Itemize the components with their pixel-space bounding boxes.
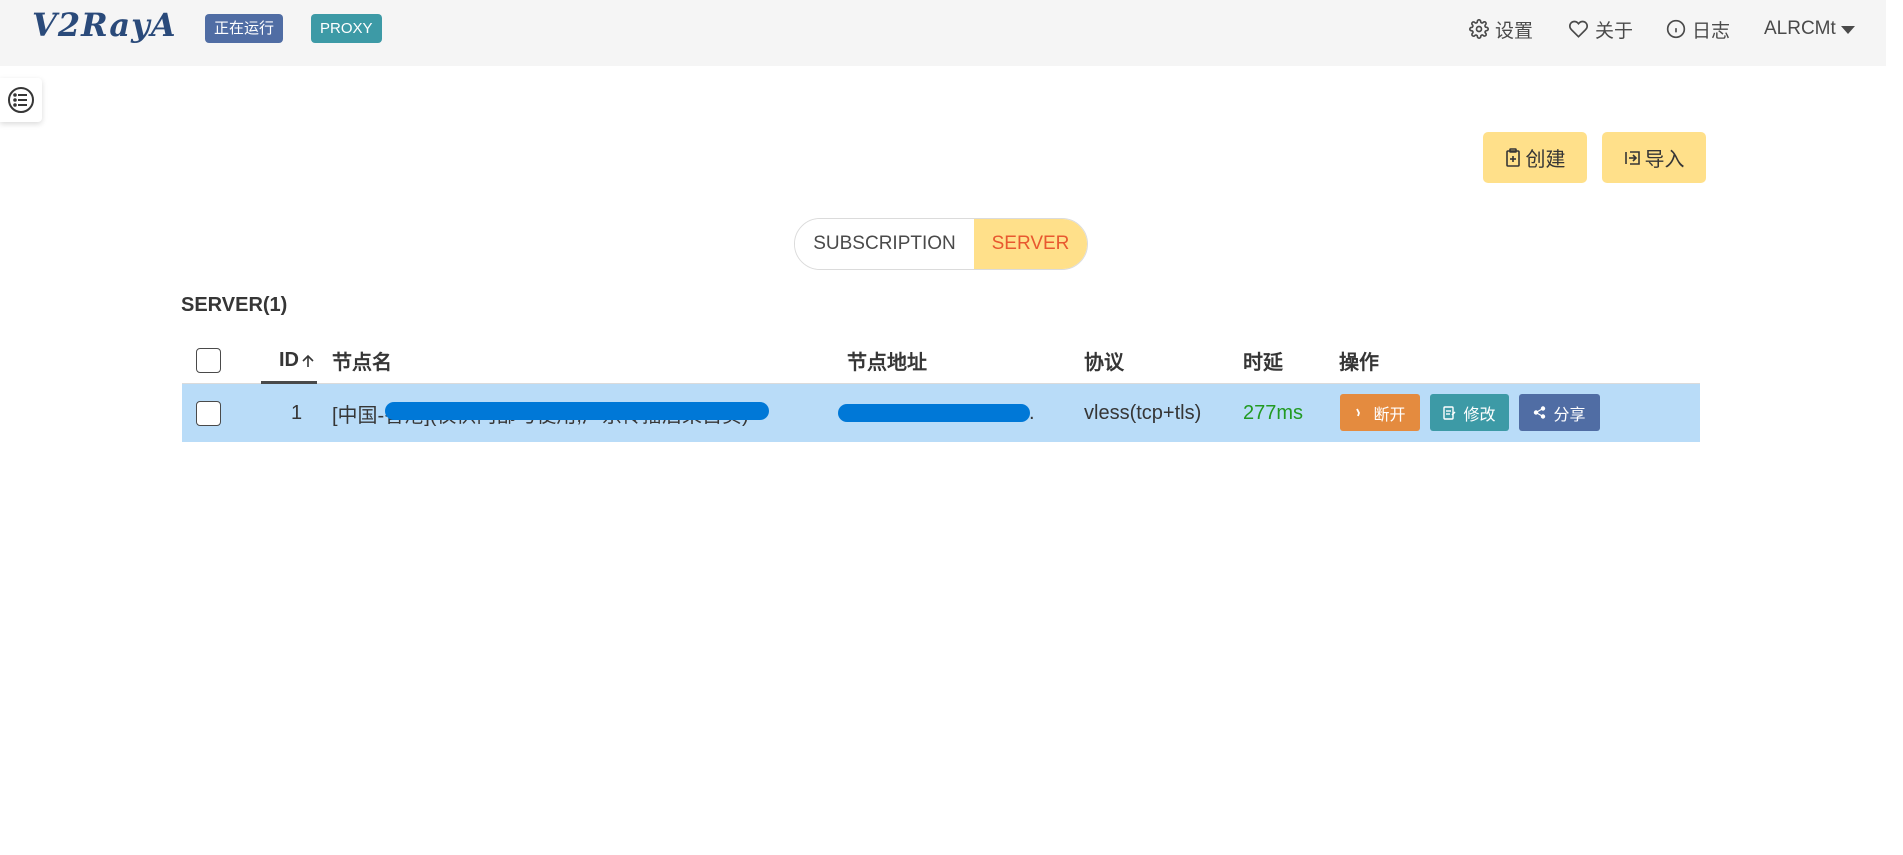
redaction-mark <box>838 404 1030 422</box>
row-protocol: vless(tcp+tls) <box>1084 401 1202 424</box>
share-button[interactable]: 分享 <box>1519 394 1600 431</box>
create-button[interactable]: 创建 <box>1483 132 1587 183</box>
header-protocol[interactable]: 协议 <box>1084 336 1124 384</box>
disconnect-button[interactable]: 断开 <box>1340 394 1420 431</box>
about-link[interactable]: 关于 <box>1568 14 1633 44</box>
tab-server[interactable]: SERVER <box>974 219 1087 269</box>
top-navbar: V2RayA 正在运行 PROXY 设置 关于 日志 ALRCMt <box>0 0 1886 66</box>
disconnect-icon <box>1356 408 1361 416</box>
row-checkbox[interactable] <box>196 400 221 426</box>
caret-down-icon <box>1840 26 1855 34</box>
header-id-label: ID <box>279 348 299 371</box>
edit-button[interactable]: 修改 <box>1430 394 1509 431</box>
info-icon <box>1666 19 1686 39</box>
log-link[interactable]: 日志 <box>1666 14 1730 44</box>
proxy-mode-badge: PROXY <box>311 14 382 43</box>
row-latency: 277ms <box>1243 401 1304 424</box>
row-id: 1 <box>291 401 303 424</box>
tab-subscription[interactable]: SUBSCRIPTION <box>795 219 974 269</box>
status-badge: 正在运行 <box>205 14 284 43</box>
about-label: 关于 <box>1595 20 1634 42</box>
clipboard-add-icon <box>1505 147 1520 167</box>
username: ALRCMt <box>1764 18 1836 39</box>
import-button[interactable]: 导入 <box>1602 132 1706 183</box>
header-name[interactable]: 节点名 <box>332 336 392 384</box>
app-logo[interactable]: V2RayA <box>32 6 177 44</box>
sort-ascending-icon <box>302 354 314 367</box>
user-menu[interactable]: ALRCMt <box>1764 14 1855 44</box>
table-row[interactable]: 1 [中国-香港](仅供内部与使用,广京传播后果自负) . vless(tcp+… <box>182 384 1700 442</box>
redaction-mark <box>385 402 769 420</box>
header-operations: 操作 <box>1339 351 1379 374</box>
list-menu-icon <box>8 87 34 113</box>
edit-label: 修改 <box>1463 406 1496 424</box>
import-label: 导入 <box>1644 149 1685 171</box>
gear-icon <box>1469 19 1489 39</box>
header-latency[interactable]: 时延 <box>1243 336 1283 384</box>
heart-icon <box>1569 20 1588 38</box>
edit-icon <box>1443 405 1456 420</box>
share-icon <box>1534 406 1546 419</box>
select-all-checkbox[interactable] <box>196 347 221 373</box>
settings-link[interactable]: 设置 <box>1469 14 1533 44</box>
settings-label: 设置 <box>1495 20 1534 42</box>
header-address[interactable]: 节点地址 <box>847 336 927 384</box>
create-label: 创建 <box>1525 149 1566 171</box>
log-label: 日志 <box>1692 20 1731 42</box>
header-id[interactable]: ID <box>279 336 315 384</box>
view-tabs: SUBSCRIPTION SERVER <box>794 218 1088 270</box>
disconnect-label: 断开 <box>1373 406 1406 424</box>
header-select-all <box>196 336 221 384</box>
share-label: 分享 <box>1553 406 1586 424</box>
row-select-cell <box>196 384 221 442</box>
import-icon <box>1624 150 1640 165</box>
section-title: SERVER(1) <box>181 294 288 316</box>
menu-toggle-button[interactable] <box>0 78 42 122</box>
